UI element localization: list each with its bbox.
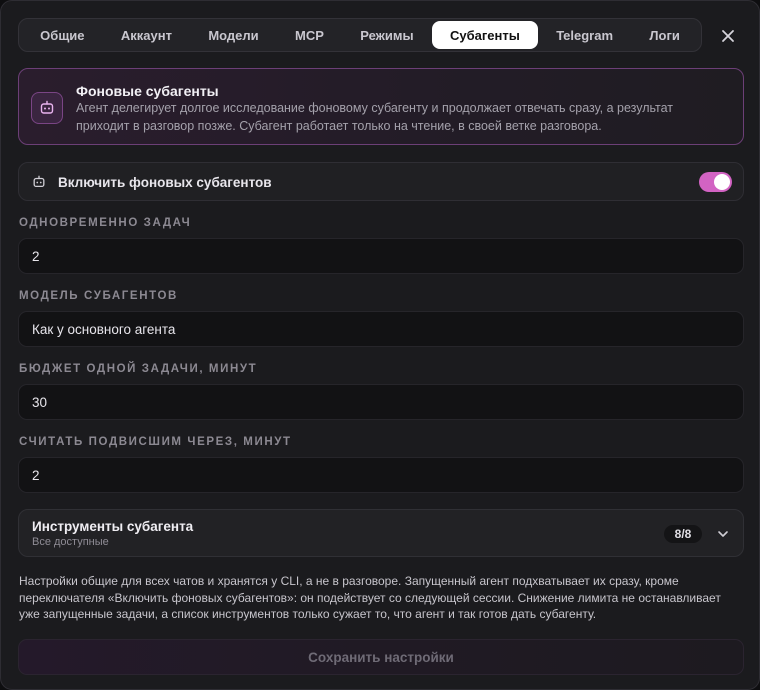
subagent-model-select[interactable]: Как у основного агента bbox=[18, 311, 744, 347]
close-icon bbox=[722, 30, 734, 42]
tab-modes[interactable]: Режимы bbox=[342, 21, 432, 49]
tools-count-badge: 8/8 bbox=[664, 525, 702, 543]
concurrent-tasks-input[interactable]: 2 bbox=[18, 238, 744, 274]
settings-note: Настройки общие для всех чатов и хранятс… bbox=[19, 574, 721, 621]
tab-mcp[interactable]: MCP bbox=[277, 21, 342, 49]
settings-window: Общие Аккаунт Модели MCP Режимы Субагент… bbox=[0, 0, 760, 690]
info-description: Агент делегирует долгое исследование фон… bbox=[76, 101, 674, 133]
enable-subagents-label: Включить фоновых субагентов bbox=[58, 175, 272, 190]
save-settings-button[interactable]: Сохранить настройки bbox=[18, 639, 744, 675]
close-button[interactable] bbox=[715, 23, 741, 49]
subagent-model-label: МОДЕЛЬ СУБАГЕНТОВ bbox=[19, 290, 178, 302]
chevron-down-icon bbox=[718, 531, 728, 537]
stale-timeout-label: СЧИТАТЬ ПОДВИСШИМ ЧЕРЕЗ, МИНУТ bbox=[19, 436, 292, 448]
enable-subagents-toggle[interactable] bbox=[699, 172, 732, 192]
tab-telegram[interactable]: Telegram bbox=[538, 21, 631, 49]
tab-logs[interactable]: Логи bbox=[631, 21, 698, 49]
tab-general[interactable]: Общие bbox=[22, 21, 103, 49]
info-icon-box bbox=[31, 92, 63, 124]
robot-icon bbox=[40, 100, 54, 114]
tab-account[interactable]: Аккаунт bbox=[103, 21, 190, 49]
info-card: Фоновые субагенты Агент делегирует долго… bbox=[18, 68, 744, 145]
tab-bar: Общие Аккаунт Модели MCP Режимы Субагент… bbox=[18, 18, 702, 52]
toggle-knob bbox=[714, 174, 730, 190]
concurrent-tasks-label: ОДНОВРЕМЕННО ЗАДАЧ bbox=[19, 217, 192, 229]
task-budget-label: БЮДЖЕТ ОДНОЙ ЗАДАЧИ, МИНУТ bbox=[19, 363, 258, 375]
robot-icon bbox=[33, 175, 45, 188]
tools-title: Инструменты субагента bbox=[32, 519, 194, 534]
tab-models[interactable]: Модели bbox=[190, 21, 277, 49]
task-budget-input[interactable]: 30 bbox=[18, 384, 744, 420]
tab-subagents[interactable]: Субагенты bbox=[431, 21, 539, 49]
info-title: Фоновые субагенты bbox=[76, 83, 219, 99]
subagent-tools-dropdown[interactable]: Инструменты субагента Все доступные 8/8 bbox=[18, 509, 744, 557]
stale-timeout-input[interactable]: 2 bbox=[18, 457, 744, 493]
enable-subagents-row[interactable]: Включить фоновых субагентов bbox=[18, 162, 744, 201]
tools-subtitle: Все доступные bbox=[32, 536, 109, 548]
